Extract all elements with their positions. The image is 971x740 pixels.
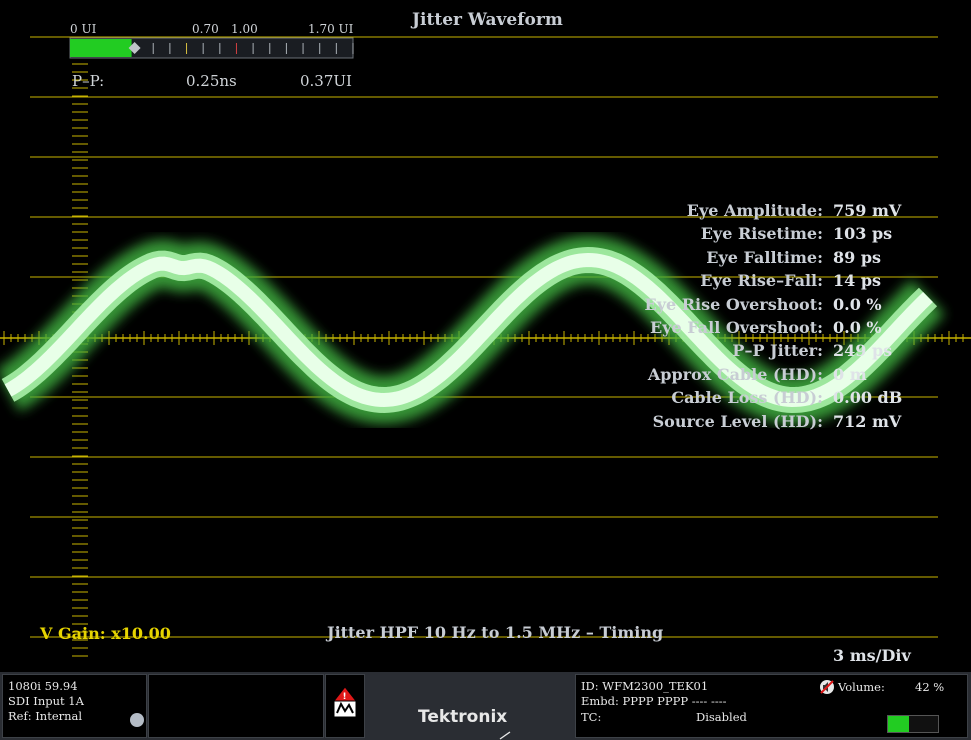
jitter-bar-fill [70, 39, 132, 57]
reference-source: Ref: Internal [8, 709, 83, 723]
measurement-label: Cable Loss (HD): [671, 388, 823, 408]
instrument-info-panel: ID: WFM2300_TEK01 Embd: PPPP PPPP ---- -… [575, 674, 968, 738]
measurement-value: 759 mV [833, 201, 902, 220]
scale-label-0ui: 0 UI [70, 22, 97, 36]
alarm-warning-icon[interactable]: ! [326, 685, 364, 725]
scale-label-100: 1.00 [231, 22, 258, 36]
measurement-value: 0.0 % [833, 294, 882, 314]
svg-text:!: ! [343, 692, 347, 702]
scale-label-170ui: 1.70 UI [308, 22, 354, 36]
video-format: 1080i 59.94 [8, 679, 78, 693]
measurement-label: Eye Amplitude: [686, 201, 823, 220]
scale-label-070: 0.70 [192, 22, 219, 36]
jitter-waveform-display: Jitter Waveform 0 UI 0.70 1.00 1.70 UI P… [0, 0, 971, 672]
signal-info-panel: 1080i 59.94 SDI Input 1A Ref: Internal [2, 674, 147, 738]
tektronix-logo: Tektronix [418, 707, 508, 727]
measurement-label: Source Level (HD): [652, 411, 823, 431]
timecode-status: Disabled [696, 710, 747, 724]
measurement-value: 103 ps [833, 224, 893, 244]
measurement-label: Approx Cable (HD): [647, 364, 823, 384]
volume-meter-fill [888, 716, 909, 732]
pp-label: P–P: [72, 72, 105, 90]
measurement-value: 0.0 % [833, 318, 882, 337]
measurement-value: 0 m [833, 364, 867, 384]
display-title: Jitter Waveform [412, 10, 563, 30]
measurement-label: Eye Rise Overshoot: [644, 294, 824, 314]
pp-ui-value: 0.37UI [300, 72, 352, 90]
v-gain-readout: V Gain: x10.00 [40, 624, 171, 643]
time-per-division: 3 ms/Div [833, 646, 911, 665]
measurement-value: 712 mV [833, 411, 902, 431]
input-name: SDI Input 1A [8, 694, 84, 708]
volume-value: 42 % [915, 680, 945, 694]
embedded-audio-status: Embd: PPPP PPPP ---- ---- [581, 694, 727, 708]
status-indicator-icon [130, 713, 144, 727]
measurement-label: Eye Rise–Fall: [700, 271, 823, 291]
status-bar: 1080i 59.94 SDI Input 1A Ref: Internal !… [0, 672, 971, 740]
volume-muted-icon[interactable] [819, 679, 835, 695]
measurement-label: P–P Jitter: [732, 341, 823, 361]
empty-status-panel [148, 674, 324, 738]
volume-label: Volume: [838, 680, 885, 694]
volume-meter [887, 715, 939, 733]
measurement-value: 249 ps [833, 341, 893, 361]
timecode-label: TC: [581, 710, 602, 724]
logo-swoosh [499, 731, 511, 740]
alarm-panel[interactable]: ! [325, 674, 365, 738]
measurement-label: Eye Falltime: [706, 247, 823, 267]
pp-ns-value: 0.25ns [186, 72, 237, 90]
filter-label: Jitter HPF 10 Hz to 1.5 MHz – Timing [327, 623, 664, 642]
measurement-value: 0.00 dB [833, 388, 903, 408]
measurement-value: 14 ps [833, 271, 882, 291]
waveform-graticule [0, 36, 971, 657]
measurement-value: 89 ps [833, 247, 882, 267]
measurement-label: Eye Risetime: [700, 224, 823, 244]
instrument-id: ID: WFM2300_TEK01 [581, 679, 709, 693]
measurement-label: Eye Fall Overshoot: [650, 318, 823, 337]
